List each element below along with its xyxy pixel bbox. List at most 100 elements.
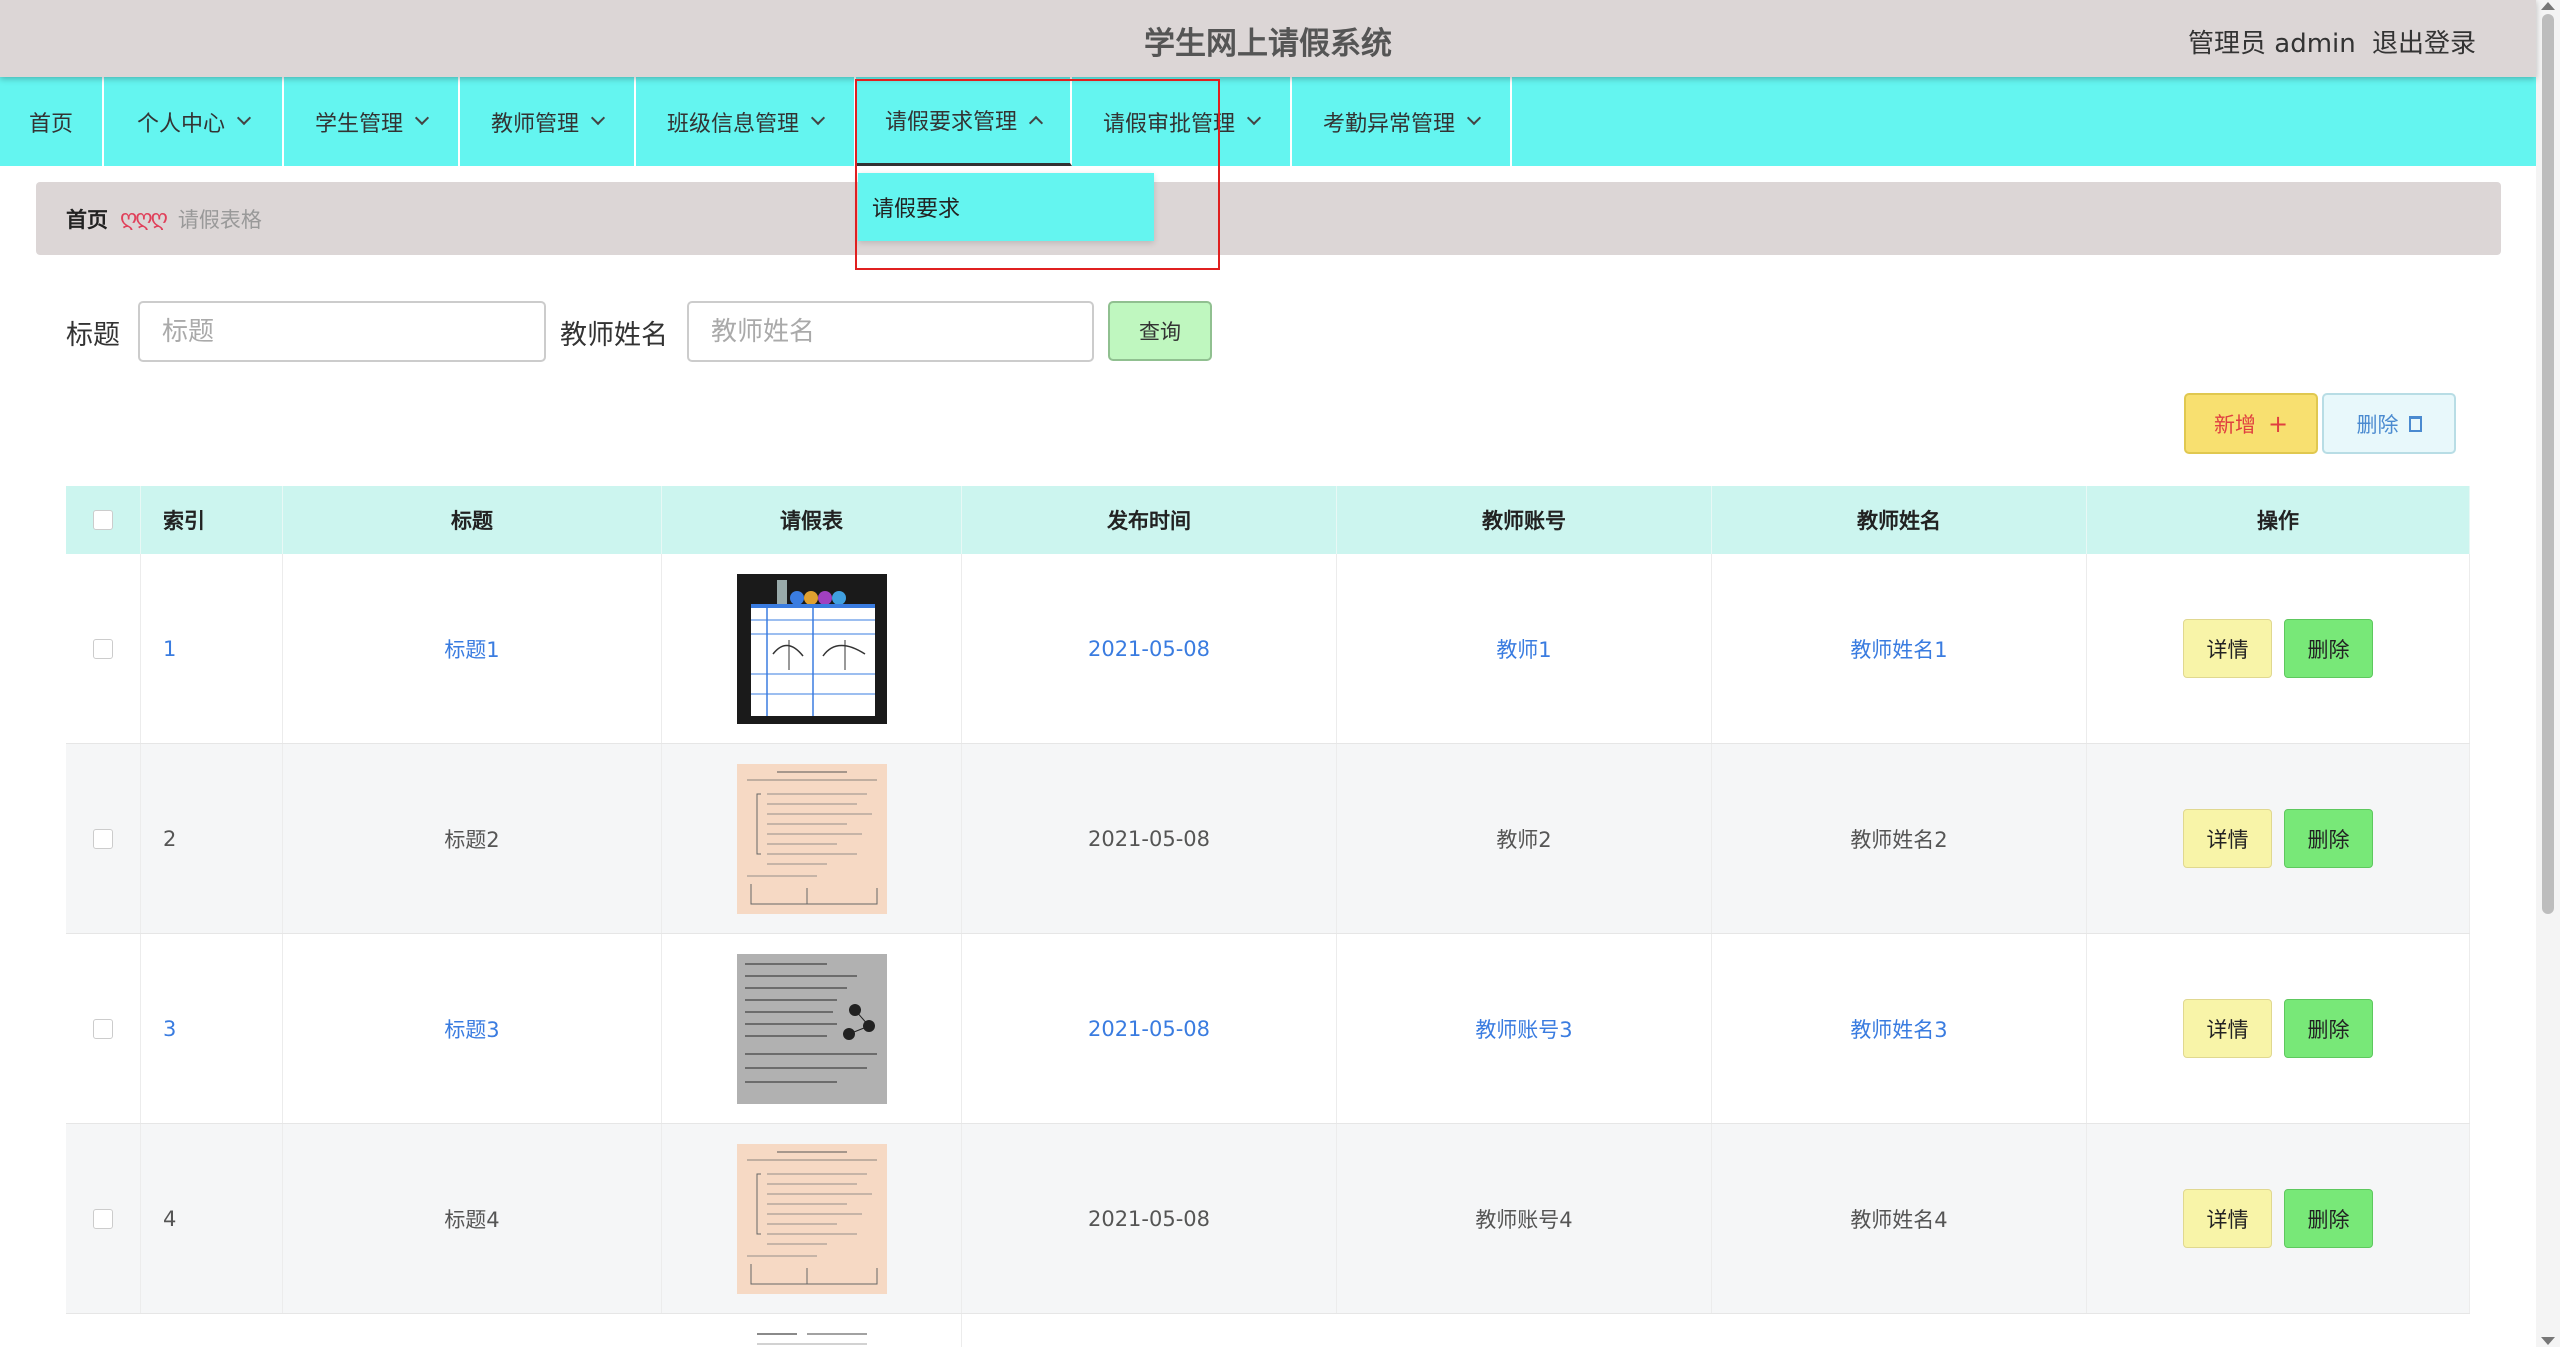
nav-item-personal-center[interactable]: 个人中心: [104, 77, 284, 166]
cell-teacher-account: 教师2: [1337, 744, 1712, 933]
cell-teacher-account: 教师账号4: [1337, 1124, 1712, 1313]
chevron-down-icon: [236, 110, 252, 125]
teacher-name-search-label: 教师姓名: [560, 320, 668, 351]
header-teacher-account: 教师账号: [1337, 486, 1712, 554]
scroll-down-arrow-icon[interactable]: [2541, 1337, 2555, 1345]
cell-publish-time: 2021-05-08: [962, 744, 1337, 933]
chevron-down-icon: [590, 110, 606, 125]
scroll-up-arrow-icon[interactable]: [2541, 2, 2555, 10]
nav-item-label: 教师管理: [490, 111, 579, 137]
cell-leave-form: [662, 554, 962, 743]
row-delete-button[interactable]: 删除: [2284, 619, 2373, 678]
cell-actions: 详情 删除: [2087, 744, 2470, 933]
cell-teacher-name: 教师姓名2: [1712, 744, 2087, 933]
leave-form-image[interactable]: [736, 1326, 887, 1347]
page-scrollbar[interactable]: [2536, 0, 2560, 1347]
cell-publish-time: 2021-05-08: [962, 554, 1337, 743]
row-checkbox[interactable]: [93, 1018, 113, 1039]
cell-title: 标题3: [283, 934, 662, 1123]
cell-title: 标题4: [283, 1124, 662, 1313]
cell-teacher-name: 教师姓名3: [1712, 934, 2087, 1123]
table-row: 2 标题2 2021-05-08 教师2 教师姓名2 详情 删除: [66, 744, 2470, 934]
header-teacher-name: 教师姓名: [1712, 486, 2087, 554]
header-publish-time: 发布时间: [962, 486, 1337, 554]
plus-icon: +: [2267, 409, 2289, 438]
dropdown-item-leave-requirement[interactable]: 请假要求: [858, 173, 1154, 241]
row-select-cell: [66, 1124, 141, 1313]
cell-index: 1: [141, 554, 283, 743]
cell-teacher-name: 教师姓名1: [1712, 554, 2087, 743]
cell-actions: 详情 删除: [2087, 554, 2470, 743]
table-row: [66, 1314, 2470, 1347]
row-delete-button[interactable]: 删除: [2284, 809, 2373, 868]
add-button[interactable]: 新增 +: [2184, 393, 2318, 454]
row-delete-button[interactable]: 删除: [2284, 999, 2373, 1058]
row-checkbox[interactable]: [93, 828, 113, 849]
nav-item-leave-requirement-management[interactable]: 请假要求管理: [856, 77, 1072, 166]
row-delete-button[interactable]: 删除: [2284, 1189, 2373, 1248]
cell-leave-form: [662, 1314, 962, 1347]
leave-form-image[interactable]: [736, 573, 887, 724]
chevron-down-icon: [1246, 110, 1262, 125]
nav-item-label: 学生管理: [314, 111, 403, 137]
chevron-down-icon: [1466, 110, 1482, 125]
chevron-down-icon: [810, 110, 826, 125]
nav-item-label: 考勤异常管理: [1322, 111, 1455, 137]
nav-item-label: 请假要求管理: [884, 110, 1017, 135]
nav-item-label: 个人中心: [136, 111, 225, 137]
cell-leave-form: [662, 934, 962, 1123]
table-row: 3 标题3 2021-05-08 教师账号3 教师姓名3 详情 删除: [66, 934, 2470, 1124]
nav-item-home[interactable]: 首页: [0, 77, 104, 166]
detail-button[interactable]: 详情: [2183, 809, 2272, 868]
cell-index: 3: [141, 934, 283, 1123]
query-button[interactable]: 查询: [1108, 301, 1212, 361]
detail-button[interactable]: 详情: [2183, 619, 2272, 678]
teacher-name-search-input[interactable]: [687, 301, 1094, 362]
breadcrumb-home[interactable]: 首页: [66, 204, 108, 234]
app-title: 学生网上请假系统: [1144, 26, 1392, 62]
chevron-down-icon: [414, 110, 430, 125]
row-checkbox[interactable]: [93, 1208, 113, 1229]
row-select-cell: [66, 554, 141, 743]
header-title: 标题: [283, 486, 662, 554]
breadcrumb-separator: ღღღ: [120, 206, 168, 231]
cell-publish-time: 2021-05-08: [962, 1124, 1337, 1313]
nav-item-class-info-management[interactable]: 班级信息管理: [636, 77, 856, 166]
add-button-label: 新增: [2213, 412, 2256, 437]
nav-item-attendance-anomaly-management[interactable]: 考勤异常管理: [1292, 77, 1512, 166]
nav-item-leave-approval-management[interactable]: 请假审批管理: [1072, 77, 1292, 166]
row-checkbox[interactable]: [93, 638, 113, 659]
leave-form-image[interactable]: [736, 1143, 887, 1294]
header-leave-form: 请假表: [662, 486, 962, 554]
nav-item-teacher-management[interactable]: 教师管理: [460, 77, 636, 166]
admin-label: 管理员 admin: [2188, 29, 2356, 59]
leave-form-image[interactable]: [736, 953, 887, 1104]
detail-button[interactable]: 详情: [2183, 1189, 2272, 1248]
table-header: 索引 标题 请假表 发布时间 教师账号 教师姓名 操作: [66, 486, 2470, 554]
cell-teacher-account: 教师账号3: [1337, 934, 1712, 1123]
cell-index: 2: [141, 744, 283, 933]
nav-item-student-management[interactable]: 学生管理: [284, 77, 460, 166]
nav-item-label: 首页: [28, 111, 73, 137]
cell-leave-form: [662, 744, 962, 933]
leave-form-image[interactable]: [736, 763, 887, 914]
title-search-input[interactable]: [138, 301, 546, 362]
row-select-cell: [66, 744, 141, 933]
bulk-delete-button[interactable]: 删除: [2322, 393, 2456, 454]
cell-actions: 详情 删除: [2087, 1124, 2470, 1313]
header-actions: 操作: [2087, 486, 2470, 554]
cell-leave-form: [662, 1124, 962, 1313]
detail-button[interactable]: 详情: [2183, 999, 2272, 1058]
nav-item-label: 请假审批管理: [1102, 111, 1235, 137]
select-all-cell: [66, 486, 141, 554]
bulk-delete-label: 删除: [2356, 412, 2399, 437]
scrollbar-thumb[interactable]: [2542, 14, 2554, 914]
header-index: 索引: [141, 486, 283, 554]
logout-link[interactable]: 退出登录: [2372, 23, 2476, 60]
trash-icon: [2408, 415, 2422, 432]
breadcrumb: 首页 ღღღ 请假表格: [36, 182, 2501, 255]
main-nav: 首页 个人中心 学生管理 教师管理 班级信息管理 请假要求管理 请假审批管理 考…: [0, 77, 2536, 166]
cell-index: 4: [141, 1124, 283, 1313]
select-all-checkbox[interactable]: [93, 510, 113, 530]
nav-item-label: 班级信息管理: [666, 111, 799, 137]
